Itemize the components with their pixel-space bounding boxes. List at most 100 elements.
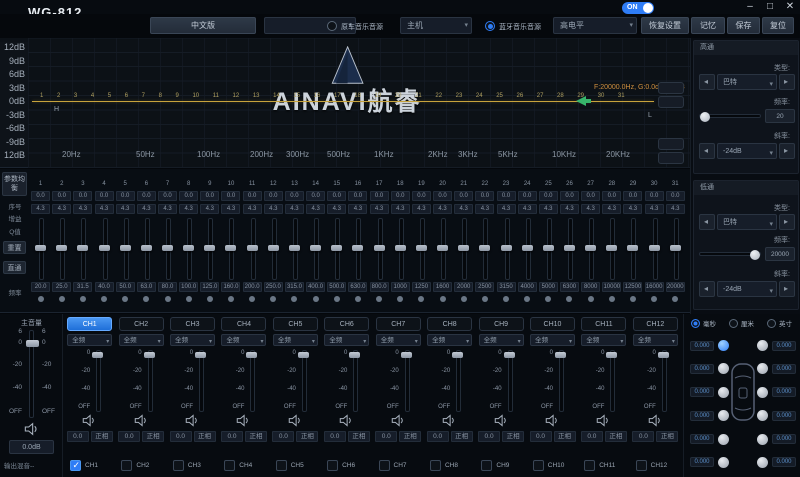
band-freq-value[interactable]: 800.0 (370, 282, 389, 292)
band-bypass-knob[interactable] (228, 296, 234, 302)
band-gain-slider[interactable] (288, 218, 301, 278)
band-gain-value[interactable]: 0.0 (95, 191, 114, 201)
channel-gain-value[interactable]: 0.0 (632, 431, 654, 442)
band-gain-value[interactable]: 0.0 (539, 191, 558, 201)
band-gain-value[interactable]: 0.0 (497, 191, 516, 201)
channel-range-dropdown[interactable]: 全频 (427, 334, 472, 346)
selected-band-arrow-icon[interactable] (576, 96, 586, 106)
curve-band-number[interactable]: 12 (233, 93, 240, 99)
curve-band-number[interactable]: 11 (213, 93, 219, 99)
band-gain-value[interactable]: 0.0 (327, 191, 346, 201)
graph-pan-up-button[interactable] (658, 138, 684, 150)
master-volume-value[interactable]: 0.0dB (9, 440, 54, 454)
band-q-value[interactable]: 4.3 (327, 204, 346, 214)
highpass-marker[interactable]: H (54, 106, 59, 113)
band-q-value[interactable]: 4.3 (581, 204, 600, 214)
band-bypass-knob[interactable] (143, 296, 149, 302)
speaker-select-knob[interactable] (757, 363, 768, 374)
slider-knob[interactable] (750, 250, 760, 260)
speaker-select-knob[interactable] (757, 410, 768, 421)
channel-gain-value[interactable]: 0.0 (272, 431, 294, 442)
band-freq-value[interactable]: 2000 (454, 282, 473, 292)
channel-tab[interactable]: CH8 (427, 317, 472, 331)
channel-fader-track[interactable] (246, 350, 257, 410)
eq-bypass-button[interactable]: 直通 (3, 261, 26, 274)
band-gain-value[interactable]: 0.0 (31, 191, 50, 201)
channel-fader-track[interactable] (92, 350, 103, 410)
band-q-value[interactable]: 4.3 (221, 204, 240, 214)
channel-mute-button[interactable] (648, 414, 663, 427)
curve-band-number[interactable]: 6 (125, 93, 128, 99)
band-gain-value[interactable]: 0.0 (666, 191, 685, 201)
band-gain-value[interactable]: 0.0 (73, 191, 92, 201)
curve-band-number[interactable]: 19 (375, 93, 382, 99)
band-gain-slider[interactable] (605, 218, 618, 278)
band-freq-value[interactable]: 630.0 (348, 282, 367, 292)
master-mute-button[interactable] (24, 422, 40, 436)
curve-band-number[interactable]: 4 (91, 93, 94, 99)
band-freq-value[interactable]: 16000 (645, 282, 664, 292)
curve-band-number[interactable]: 7 (142, 93, 145, 99)
channel-gain-value[interactable]: 0.0 (375, 431, 397, 442)
band-gain-slider[interactable] (394, 218, 407, 278)
band-freq-value[interactable]: 31.5 (73, 282, 92, 292)
band-gain-value[interactable]: 0.0 (158, 191, 177, 201)
band-gain-slider[interactable] (584, 218, 597, 278)
band-bypass-knob[interactable] (355, 296, 361, 302)
channel-range-dropdown[interactable]: 全频 (581, 334, 626, 346)
channel-phase-button[interactable]: 正相 (656, 431, 678, 442)
speaker-select-knob[interactable] (757, 434, 768, 445)
band-freq-value[interactable]: 315.0 (285, 282, 304, 292)
source2-dropdown[interactable]: 高电平 (553, 17, 637, 34)
delay-value[interactable]: 0.000 (690, 434, 714, 444)
band-q-value[interactable]: 4.3 (602, 204, 621, 214)
channel-gain-value[interactable]: 0.0 (427, 431, 449, 442)
band-freq-value[interactable]: 2500 (475, 282, 494, 292)
band-bypass-knob[interactable] (207, 296, 213, 302)
band-gain-value[interactable]: 0.0 (391, 191, 410, 201)
channel-checkbox[interactable] (430, 460, 441, 471)
band-gain-slider[interactable] (415, 218, 428, 278)
band-gain-slider[interactable] (246, 218, 259, 278)
band-q-value[interactable]: 4.3 (158, 204, 177, 214)
channel-tab[interactable]: CH3 (170, 317, 215, 331)
channel-fader-track[interactable] (555, 350, 566, 410)
band-gain-slider[interactable] (119, 218, 132, 278)
channel-mute-button[interactable] (545, 414, 560, 427)
channel-checkbox[interactable] (379, 460, 390, 471)
channel-mute-button[interactable] (596, 414, 611, 427)
arrow-left-icon[interactable] (699, 214, 715, 230)
band-gain-value[interactable]: 0.0 (243, 191, 262, 201)
band-freq-value[interactable]: 1000 (391, 282, 410, 292)
band-bypass-knob[interactable] (672, 296, 678, 302)
channel-checkbox[interactable] (481, 460, 492, 471)
channel-phase-button[interactable]: 正相 (399, 431, 421, 442)
channel-phase-button[interactable]: 正相 (502, 431, 524, 442)
band-bypass-knob[interactable] (80, 296, 86, 302)
band-gain-slider[interactable] (203, 218, 216, 278)
channel-mute-button[interactable] (494, 414, 509, 427)
curve-band-number[interactable]: 24 (476, 93, 483, 99)
channel-gain-value[interactable]: 0.0 (530, 431, 552, 442)
delay-value[interactable]: 0.000 (690, 341, 714, 351)
band-freq-value[interactable]: 200.0 (243, 282, 262, 292)
channel-mute-button[interactable] (82, 414, 97, 427)
band-q-value[interactable]: 4.3 (31, 204, 50, 214)
channel-tab[interactable]: CH9 (479, 317, 524, 331)
source2-radio[interactable] (485, 21, 495, 31)
delay-value[interactable]: 0.000 (690, 411, 714, 421)
curve-band-number[interactable]: 22 (435, 93, 442, 99)
channel-fader-track[interactable] (658, 350, 669, 410)
delay-value[interactable]: 0.000 (772, 411, 796, 421)
eq-plot-area[interactable]: AINAVI航睿 1234567891011121314151617181920… (28, 38, 690, 168)
arrow-right-icon[interactable] (779, 281, 795, 297)
channel-range-dropdown[interactable]: 全频 (221, 334, 266, 346)
delay-value[interactable]: 0.000 (690, 457, 714, 467)
curve-band-number[interactable]: 28 (557, 93, 564, 99)
channel-tab[interactable]: CH12 (633, 317, 678, 331)
channel-gain-value[interactable]: 0.0 (324, 431, 346, 442)
band-gain-value[interactable]: 0.0 (623, 191, 642, 201)
band-freq-value[interactable]: 20000 (666, 282, 685, 292)
channel-tab[interactable]: CH11 (581, 317, 626, 331)
channel-range-dropdown[interactable]: 全频 (119, 334, 164, 346)
